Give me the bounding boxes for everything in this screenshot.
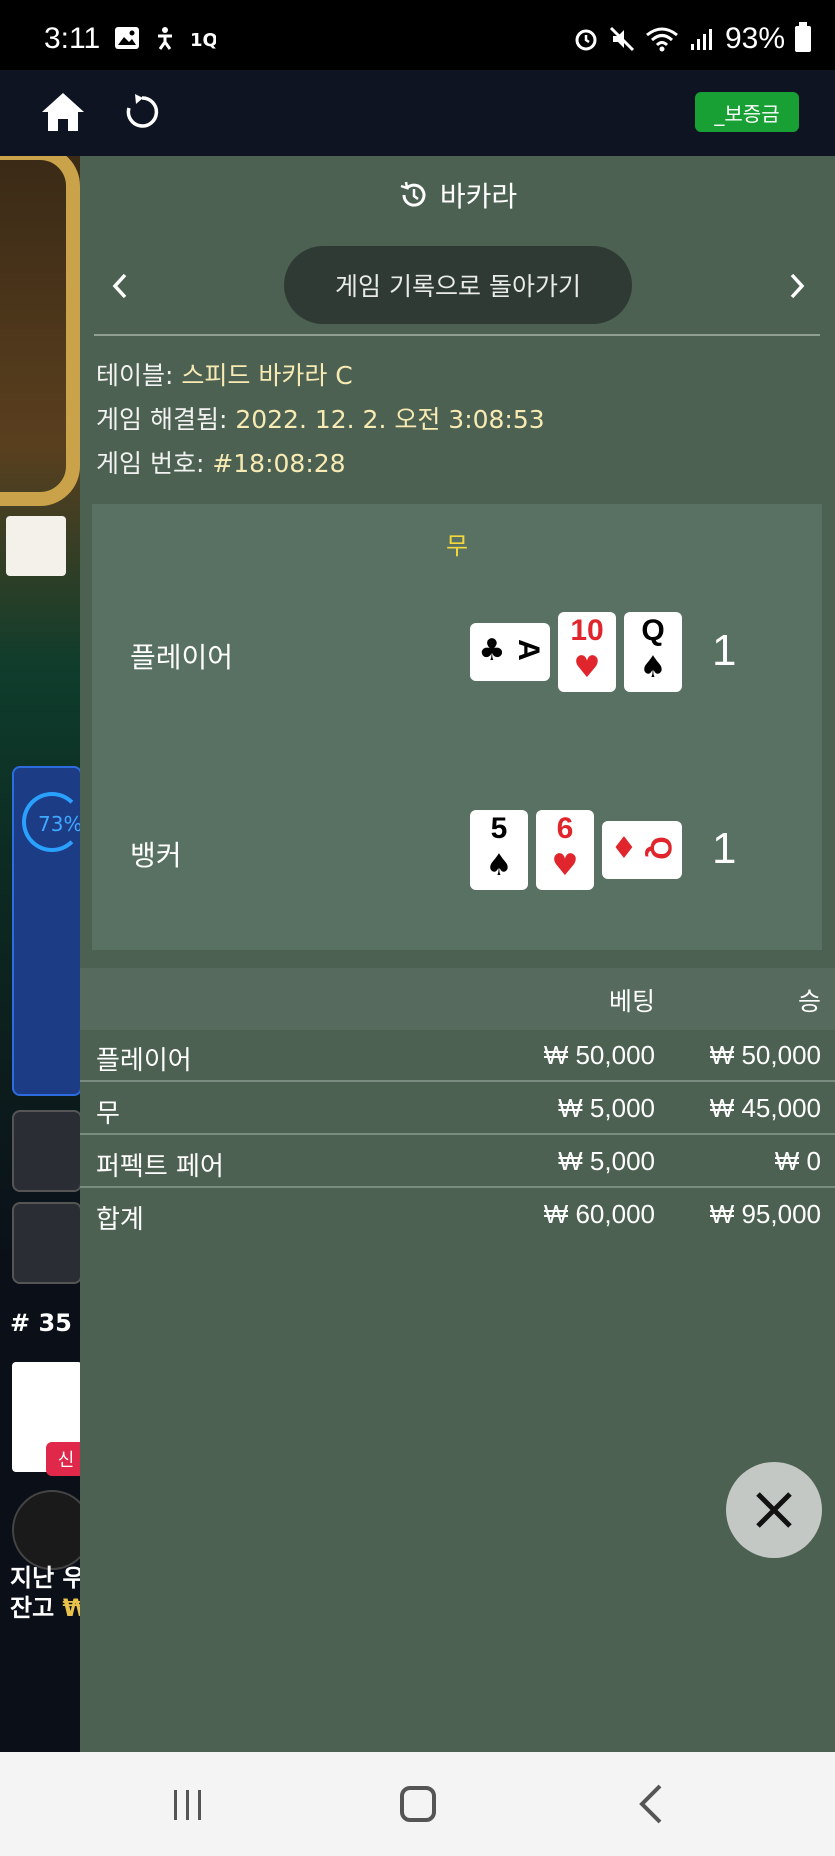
banker-cards: 5 ♠ 6 ♥ Q ♦ — [470, 810, 682, 890]
chevron-left-icon — [112, 273, 127, 299]
playing-card: Q ♠ — [624, 612, 682, 692]
card-rank: 5 — [490, 812, 508, 845]
playing-card: 5 ♠ — [470, 810, 528, 890]
card-suit-icon: ♠ — [485, 848, 513, 883]
panel-title: 바카라 — [439, 180, 518, 213]
playing-card: A ♣ — [470, 623, 550, 681]
win-column-header: 승 — [797, 987, 821, 1016]
timer-percent: 73% — [38, 812, 83, 836]
player-cards: A ♣ 10 ♥ Q ♠ — [470, 612, 682, 692]
deposit-button[interactable]: _보증금 — [695, 92, 799, 132]
recent-apps-icon[interactable] — [170, 1788, 206, 1822]
game-number-info: 게임 번호: #18:08:28 — [96, 449, 346, 478]
bet-amount: ₩ 5,000 — [558, 1093, 655, 1123]
card-suit-icon: ♠ — [639, 650, 667, 685]
bet-name: 퍼펙트 페어 — [96, 1152, 224, 1182]
playing-card: 6 ♥ — [536, 810, 594, 890]
bet-amount: ₩ 5,000 — [558, 1146, 655, 1176]
divider — [94, 334, 820, 336]
decorative-frame — [0, 156, 80, 506]
playing-card: 10 ♥ — [558, 612, 616, 692]
playing-card: Q ♦ — [602, 821, 682, 879]
next-game-button[interactable] — [777, 266, 817, 306]
system-home-icon[interactable] — [400, 1786, 436, 1822]
refresh-icon[interactable] — [122, 92, 162, 132]
round-number: # 35 — [10, 1309, 72, 1337]
win-amount: ₩ 50,000 — [709, 1040, 821, 1070]
result-box: 무 플레이어 A ♣ 10 ♥ Q ♠ 1 뱅커 5 ♠ 6 ♥ Q ♦ 1 — [92, 504, 822, 950]
win-amount: ₩ 0 — [774, 1146, 821, 1176]
balance-label: 잔고 ₩ — [10, 1594, 90, 1622]
card-rank: Q — [644, 836, 677, 860]
banker-score: 1 — [712, 824, 737, 873]
system-back-icon[interactable] — [636, 1782, 666, 1826]
table-info: 테이블: 스피드 바카라 C — [96, 361, 353, 390]
player-label: 플레이어 — [130, 641, 234, 674]
status-right-icons: 93% — [573, 22, 811, 56]
wifi-icon — [646, 27, 678, 52]
svg-text:1Q: 1Q — [190, 30, 216, 50]
bet-amount: ₩ 50,000 — [543, 1040, 655, 1070]
close-button[interactable] — [726, 1462, 822, 1558]
bet-name: 무 — [96, 1099, 120, 1129]
total-bet: ₩ 60,000 — [543, 1199, 655, 1229]
card-rank: Q — [641, 614, 665, 647]
previous-game-button[interactable] — [100, 266, 140, 306]
card-suit-icon: ♥ — [551, 848, 579, 883]
bets-header: 베팅 승 — [80, 968, 835, 1030]
battery-percent: 93% — [724, 22, 785, 55]
bet-option-button[interactable] — [12, 1202, 82, 1284]
resolved-info: 게임 해결됨: 2022. 12. 2. 오전 3:08:53 — [96, 405, 545, 434]
status-time: 3:11 — [44, 22, 101, 55]
bet-column-header: 베팅 — [608, 987, 655, 1016]
result-label: 무 — [445, 532, 469, 560]
status-bar: 3:11 1Q 93% — [0, 0, 835, 70]
card-suit-icon: ♣ — [478, 633, 506, 668]
card-suit-icon: ♥ — [573, 650, 601, 685]
accessibility-icon — [158, 27, 172, 50]
chevron-right-icon — [790, 273, 805, 299]
status-left-icons: 1Q — [114, 26, 216, 50]
card-rank: A — [512, 639, 545, 661]
total-label: 합계 — [96, 1205, 144, 1235]
gallery-icon — [115, 27, 139, 49]
card-rank: 6 — [556, 812, 574, 845]
close-icon — [756, 1492, 792, 1528]
back-to-history-button[interactable]: 게임 기록으로 돌아가기 — [284, 246, 632, 324]
app-top-bar: _보증금 — [0, 70, 835, 156]
system-nav-bar — [0, 1752, 835, 1856]
card-rank: 10 — [570, 614, 604, 647]
banker-label: 뱅커 — [130, 839, 182, 872]
bet-row: 무 ₩ 5,000 ₩ 45,000 — [80, 1083, 835, 1135]
alarm-icon — [575, 29, 597, 51]
card-suit-icon: ♦ — [610, 831, 638, 866]
bet-row: 플레이어 ₩ 50,000 ₩ 50,000 — [80, 1030, 835, 1082]
panel-header: 바카라 — [80, 156, 835, 234]
battery-icon — [795, 22, 811, 52]
home-icon[interactable] — [40, 90, 86, 134]
bet-option-button[interactable] — [12, 1110, 82, 1192]
card-shoe — [6, 516, 66, 576]
bet-row: 퍼펙트 페어 ₩ 5,000 ₩ 0 — [80, 1136, 835, 1188]
signal-icon — [690, 29, 712, 50]
game-history-panel: 바카라 게임 기록으로 돌아가기 테이블: 스피드 바카라 C 게임 해결됨: … — [80, 156, 835, 1752]
player-score: 1 — [712, 626, 737, 675]
bet-name: 플레이어 — [96, 1046, 192, 1076]
mute-icon — [609, 26, 635, 52]
total-win: ₩ 95,000 — [709, 1199, 821, 1229]
history-icon — [400, 181, 426, 207]
win-amount: ₩ 45,000 — [709, 1093, 821, 1123]
total-row: 합계 ₩ 60,000 ₩ 95,000 — [80, 1189, 835, 1241]
sim-icon: 1Q — [190, 30, 216, 50]
